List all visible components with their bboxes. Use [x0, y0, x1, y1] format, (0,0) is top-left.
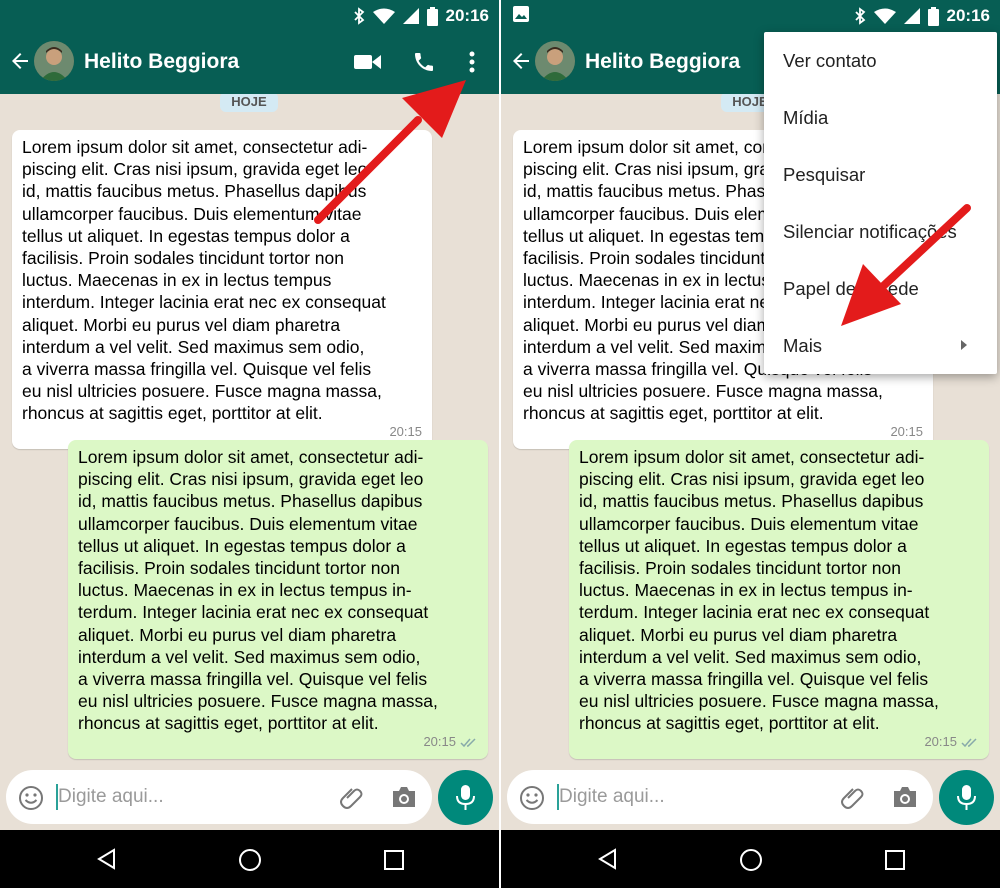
- message-text: Lorem ipsum dolor sit amet, consectetur …: [579, 447, 939, 734]
- submenu-arrow-icon: [961, 340, 967, 350]
- mic-icon: [957, 785, 976, 810]
- message-input[interactable]: Digite aqui...: [559, 786, 665, 808]
- message-composer[interactable]: Digite aqui...: [507, 770, 933, 824]
- menu-item-ver-contato[interactable]: Ver contato: [764, 32, 997, 89]
- wifi-icon: [873, 8, 896, 24]
- bluetooth-icon: [353, 7, 364, 25]
- double-check-icon: [460, 738, 476, 747]
- menu-item-papel-de-parede[interactable]: Papel de parede: [764, 260, 997, 317]
- date-chip: HOJE: [220, 94, 278, 112]
- message-composer[interactable]: Digite aqui...: [6, 770, 432, 824]
- chat-area[interactable]: HOJE Lorem ipsum dolor sit amet, consect…: [0, 94, 499, 830]
- avatar[interactable]: [34, 41, 74, 81]
- mic-icon: [456, 785, 475, 810]
- menu-item-label: Mais: [783, 335, 823, 356]
- attach-icon[interactable]: [339, 784, 365, 810]
- mic-button[interactable]: [438, 770, 493, 825]
- status-time: 20:16: [946, 6, 990, 25]
- back-arrow-icon[interactable]: [509, 49, 533, 73]
- emoji-icon[interactable]: [18, 785, 44, 811]
- bluetooth-icon: [854, 7, 865, 25]
- back-arrow-icon[interactable]: [8, 49, 32, 73]
- signal-icon: [402, 8, 419, 24]
- emoji-icon[interactable]: [519, 785, 545, 811]
- message-text: Lorem ipsum dolor sit amet, consectetur …: [22, 137, 386, 424]
- message-time: 20:15: [423, 734, 456, 750]
- menu-item-mais[interactable]: Mais: [764, 317, 997, 374]
- wifi-icon: [372, 8, 395, 24]
- signal-icon: [903, 8, 920, 24]
- overflow-menu: Ver contato Mídia Pesquisar Silenciar no…: [764, 32, 997, 374]
- status-time: 20:16: [445, 6, 489, 25]
- attach-icon[interactable]: [840, 784, 866, 810]
- screenshot-panel-right: 20:16 Helito Beggiora HOJE Lorem ipsum d…: [501, 0, 1000, 888]
- outgoing-message[interactable]: Lorem ipsum dolor sit amet, consectetur …: [68, 440, 488, 759]
- camera-icon[interactable]: [391, 785, 417, 809]
- phone-icon[interactable]: [412, 50, 436, 74]
- chat-app-bar: Helito Beggiora: [0, 32, 499, 94]
- avatar[interactable]: [535, 41, 575, 81]
- nav-recents-icon[interactable]: [384, 850, 404, 870]
- video-call-icon[interactable]: [354, 52, 382, 72]
- screenshot-panel-left: 20:16 Helito Beggiora HOJE Lorem ipsum d…: [0, 0, 499, 888]
- mic-button[interactable]: [939, 770, 994, 825]
- battery-icon: [927, 6, 939, 26]
- message-time: 20:15: [924, 734, 957, 750]
- system-nav-bar: [0, 830, 499, 888]
- status-bar: 20:16: [501, 0, 1000, 32]
- nav-home-icon[interactable]: [238, 848, 262, 872]
- contact-name[interactable]: Helito Beggiora: [84, 50, 239, 74]
- incoming-message[interactable]: Lorem ipsum dolor sit amet, consectetur …: [12, 130, 432, 449]
- menu-item-silenciar[interactable]: Silenciar notificações: [764, 203, 997, 260]
- nav-back-icon[interactable]: [597, 848, 619, 870]
- more-vert-icon[interactable]: [468, 51, 476, 73]
- message-input[interactable]: Digite aqui...: [58, 786, 164, 808]
- battery-icon: [426, 6, 438, 26]
- nav-recents-icon[interactable]: [885, 850, 905, 870]
- contact-name[interactable]: Helito Beggiora: [585, 50, 740, 74]
- image-notification-icon: [513, 6, 529, 22]
- nav-back-icon[interactable]: [96, 848, 118, 870]
- system-nav-bar: [501, 830, 1000, 888]
- menu-item-pesquisar[interactable]: Pesquisar: [764, 146, 997, 203]
- camera-icon[interactable]: [892, 785, 918, 809]
- status-bar: 20:16: [0, 0, 499, 32]
- message-text: Lorem ipsum dolor sit amet, consectetur …: [78, 447, 438, 734]
- menu-item-midia[interactable]: Mídia: [764, 89, 997, 146]
- double-check-icon: [961, 738, 977, 747]
- outgoing-message[interactable]: Lorem ipsum dolor sit amet, consectetur …: [569, 440, 989, 759]
- nav-home-icon[interactable]: [739, 848, 763, 872]
